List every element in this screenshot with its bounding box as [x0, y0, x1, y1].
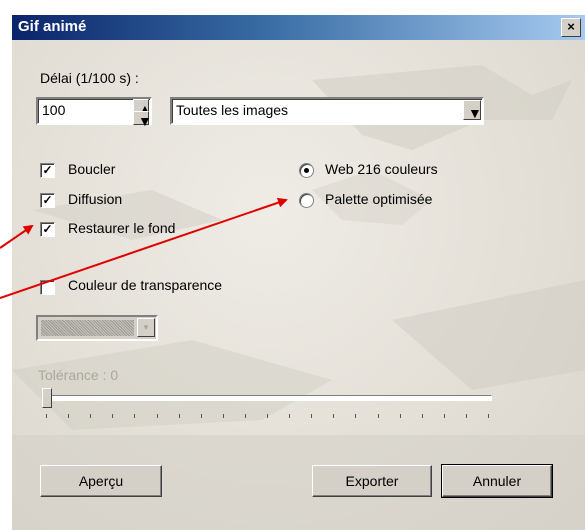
preview-label: Aperçu — [78, 473, 124, 489]
optimized-palette-label: Palette optimisée — [325, 191, 433, 207]
spin-down-icon: ▼ — [138, 113, 152, 129]
restore-background-label: Restaurer le fond — [68, 220, 176, 236]
tolerance-slider-thumb[interactable] — [42, 388, 52, 408]
tolerance-tick — [46, 414, 47, 418]
optimized-palette-radio[interactable] — [299, 193, 314, 208]
diffusion-label: Diffusion — [68, 191, 123, 207]
gif-dialog: Gif animé × Délai (1/100 s) : 100 ▲ ▼ To… — [0, 0, 585, 530]
delay-input[interactable]: 100 ▲ ▼ — [36, 97, 152, 129]
tolerance-tick — [156, 414, 158, 418]
dialog-body: Délai (1/100 s) : 100 ▲ ▼ Toutes les ima… — [12, 40, 585, 530]
export-label: Exporter — [345, 473, 399, 489]
tolerance-tick — [333, 414, 335, 418]
tolerance-tick — [465, 414, 467, 418]
diffusion-checkbox[interactable]: ✓ — [40, 193, 55, 208]
loop-check-mark: ✓ — [42, 163, 53, 177]
image-scope-dropdown-button[interactable]: ▼ — [463, 100, 482, 121]
tolerance-tick — [90, 414, 92, 418]
transparency-color-select[interactable]: ▼ — [36, 315, 158, 341]
restore-check-mark: ✓ — [42, 222, 53, 236]
web-216-radio[interactable] — [299, 163, 314, 178]
delay-label: Délai (1/100 s) : — [40, 70, 139, 86]
tolerance-tick — [399, 414, 401, 418]
restore-background-checkbox[interactable]: ✓ — [40, 222, 55, 237]
transparency-label: Couleur de transparence — [68, 277, 223, 293]
chevron-down-icon: ▼ — [468, 105, 482, 121]
image-scope-value: Toutes les images — [176, 102, 289, 118]
tolerance-tick — [200, 414, 202, 418]
tolerance-label: Tolérance : 0 — [38, 367, 119, 383]
cancel-button[interactable]: Annuler — [441, 464, 553, 498]
tolerance-tick — [421, 414, 423, 418]
tolerance-slider-track[interactable] — [42, 395, 492, 401]
tolerance-tick — [443, 414, 445, 418]
dialog-title: Gif animé — [18, 18, 87, 35]
tolerance-tick — [267, 414, 268, 418]
tolerance-tick — [134, 414, 136, 418]
close-icon: × — [567, 19, 575, 34]
close-button[interactable]: × — [561, 18, 581, 37]
web-216-label: Web 216 couleurs — [325, 161, 438, 177]
spin-down-button[interactable]: ▼ — [133, 111, 152, 129]
diffusion-check-mark: ✓ — [42, 193, 53, 207]
loop-label: Boucler — [68, 161, 116, 177]
radio-selected-dot — [304, 168, 309, 173]
tolerance-tick — [355, 414, 357, 418]
preview-button[interactable]: Aperçu — [40, 465, 162, 497]
tolerance-tick — [178, 414, 180, 418]
transparency-checkbox[interactable] — [40, 280, 55, 295]
tolerance-tick — [311, 414, 313, 418]
chevron-down-icon: ▼ — [142, 323, 150, 332]
transparency-color-swatch — [41, 320, 134, 336]
title-bar: Gif animé × — [12, 15, 585, 40]
image-scope-select[interactable]: Toutes les images ▼ — [170, 97, 484, 125]
tolerance-tick — [222, 414, 224, 418]
delay-value: 100 — [42, 102, 66, 118]
cancel-label: Annuler — [472, 473, 522, 489]
tolerance-tick — [377, 414, 379, 418]
tolerance-tick — [68, 414, 70, 418]
tolerance-tick — [244, 414, 246, 418]
tolerance-tick — [112, 414, 114, 418]
tolerance-tick — [488, 414, 489, 418]
loop-checkbox[interactable]: ✓ — [40, 163, 55, 178]
tolerance-tick — [289, 414, 291, 418]
export-button[interactable]: Exporter — [312, 465, 432, 497]
transparency-dropdown-button[interactable]: ▼ — [137, 318, 155, 337]
